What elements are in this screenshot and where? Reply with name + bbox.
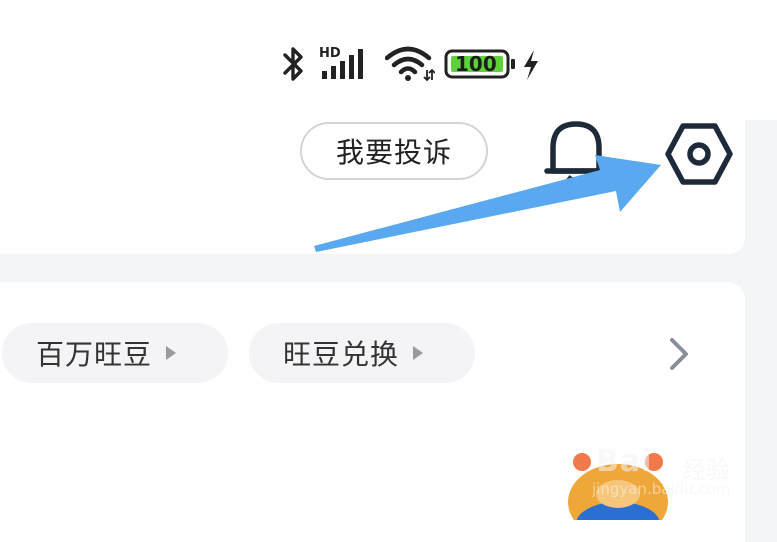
battery-level: 100: [455, 52, 497, 76]
settings-icon[interactable]: [664, 120, 734, 188]
bell-icon[interactable]: [543, 116, 609, 186]
triangle-right-icon: [413, 346, 424, 360]
pill-million-beans[interactable]: 百万旺豆: [2, 323, 228, 383]
battery-icon: 100: [444, 49, 515, 79]
signal-icon: HD: [319, 46, 363, 79]
triangle-right-icon: [166, 346, 177, 360]
pill-bean-exchange[interactable]: 旺豆兑换: [249, 323, 475, 383]
complain-button-label: 我要投诉: [335, 136, 452, 169]
pill-million-beans-label: 百万旺豆: [36, 338, 153, 371]
chevron-right-icon[interactable]: [664, 336, 694, 372]
watermark: Bai 经验 jingyan.baidu.com: [582, 436, 752, 506]
watermark-url: jingyan.baidu.com: [592, 480, 731, 498]
complain-button[interactable]: 我要投诉: [300, 122, 488, 180]
signal-hd-badge: HD: [319, 46, 341, 61]
wifi-icon: [385, 46, 435, 82]
bluetooth-icon: [283, 47, 303, 81]
watermark-logo: Bai: [596, 444, 653, 479]
charging-icon: [524, 50, 538, 80]
pill-bean-exchange-label: 旺豆兑换: [283, 338, 400, 371]
